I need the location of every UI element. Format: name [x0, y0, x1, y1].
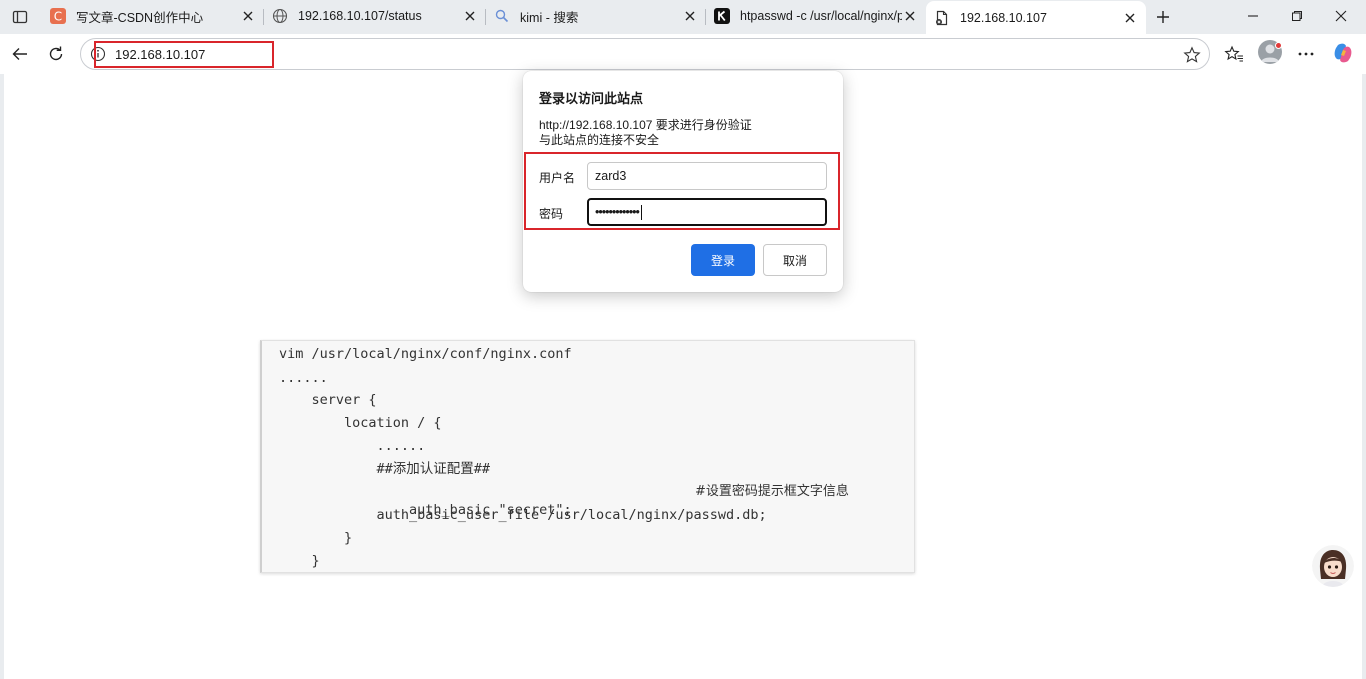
close-window-icon[interactable]	[1318, 0, 1364, 32]
close-icon[interactable]	[462, 8, 478, 24]
username-label: 用户名	[539, 171, 576, 185]
new-tab-icon[interactable]	[1152, 6, 1174, 28]
tab-kimi-search[interactable]: kimi - 搜索	[486, 0, 706, 32]
code-line: ##添加认证配置##	[279, 461, 491, 477]
url-highlight-box	[94, 41, 274, 68]
password-label: 密码	[539, 207, 564, 221]
login-button[interactable]: 登录	[691, 244, 755, 276]
auth-dialog: 登录以访问此站点 http://192.168.10.107 要求进行身份验证 …	[523, 71, 843, 292]
code-line: vim /usr/local/nginx/conf/nginx.conf	[279, 346, 572, 362]
close-icon[interactable]	[902, 8, 918, 24]
code-comment: #设置密码提示框文字信息	[695, 484, 849, 499]
code-block: vim /usr/local/nginx/conf/nginx.conf ...…	[260, 340, 915, 573]
username-field[interactable]: zard3	[587, 162, 827, 190]
tab-active-site[interactable]: 192.168.10.107	[926, 1, 1146, 34]
copilot-icon[interactable]	[1332, 42, 1354, 64]
refresh-icon[interactable]	[42, 40, 70, 68]
notification-dot	[1275, 42, 1282, 49]
tab-csdn[interactable]: C 写文章-CSDN创作中心	[42, 0, 264, 32]
cancel-button[interactable]: 取消	[763, 244, 827, 276]
code-line: ......	[279, 438, 426, 454]
tab-status[interactable]: 192.168.10.107/status	[264, 0, 486, 32]
csdn-c-icon: C	[50, 8, 66, 24]
password-dots: •••••••••••••	[595, 205, 640, 219]
tab-actions-icon[interactable]	[8, 6, 32, 28]
tab-strip: C 写文章-CSDN创作中心 192.168.10.107/status kim…	[0, 0, 1366, 34]
dialog-title: 登录以访问此站点	[539, 92, 644, 107]
minimize-icon[interactable]	[1230, 0, 1276, 32]
tab-title: 192.168.10.107/status	[298, 9, 422, 23]
search-icon	[494, 8, 510, 24]
svg-text:C: C	[54, 10, 62, 24]
favorites-icon[interactable]	[1220, 40, 1248, 68]
code-line: server {	[279, 392, 377, 408]
star-icon[interactable]	[1183, 46, 1201, 64]
assistant-avatar-icon[interactable]	[1312, 545, 1354, 587]
close-icon[interactable]	[240, 8, 256, 24]
code-line: auth_basic_user_file /usr/local/nginx/pa…	[279, 507, 767, 523]
document-icon	[934, 10, 950, 26]
kimi-k-icon	[714, 8, 730, 24]
tab-title: 192.168.10.107	[960, 10, 1047, 25]
password-field[interactable]: •••••••••••••	[587, 198, 827, 226]
code-line: ......	[279, 370, 328, 386]
dialog-warning: 与此站点的连接不安全	[539, 133, 660, 147]
close-icon[interactable]	[1122, 10, 1138, 26]
code-line: }	[279, 530, 353, 546]
more-icon[interactable]	[1292, 40, 1320, 68]
tab-title: htpasswd -c /usr/local/nginx/p	[740, 9, 902, 23]
tab-htpasswd[interactable]: htpasswd -c /usr/local/nginx/p	[706, 0, 926, 32]
close-icon[interactable]	[682, 8, 698, 24]
restore-icon[interactable]	[1274, 0, 1320, 32]
globe-icon	[272, 8, 288, 24]
back-icon[interactable]	[6, 40, 34, 68]
tab-title: 写文章-CSDN创作中心	[76, 10, 204, 25]
code-line: }	[279, 553, 320, 569]
code-line: location / {	[279, 415, 442, 431]
text-caret	[640, 205, 642, 221]
tab-title: kimi - 搜索	[520, 10, 579, 25]
